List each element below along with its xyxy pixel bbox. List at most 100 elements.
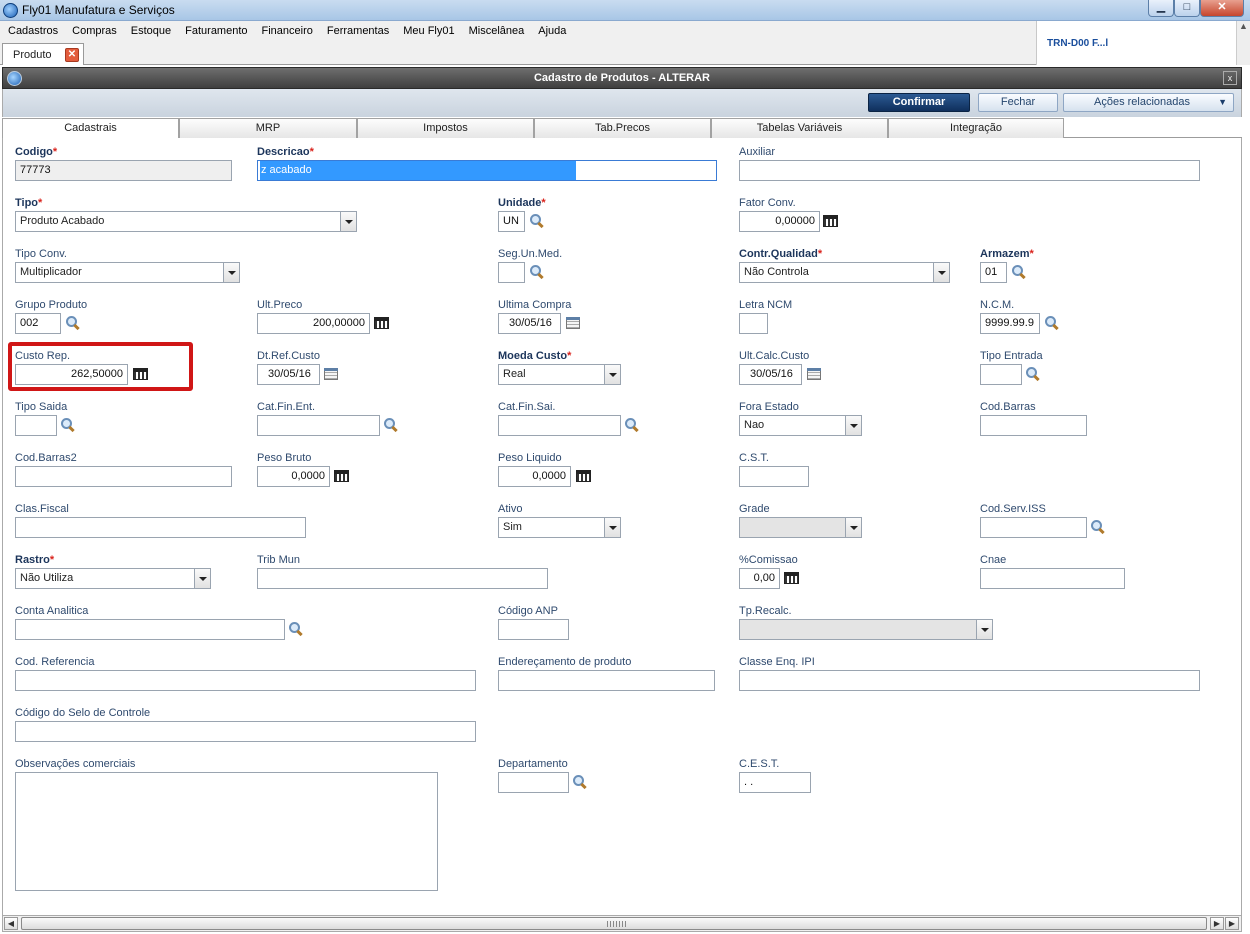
observacoes-textarea[interactable] — [15, 772, 438, 891]
close-window-button[interactable]: ✕ — [1200, 0, 1244, 17]
tipo-conv-select[interactable]: Multiplicador — [15, 262, 240, 283]
auxiliar-field[interactable] — [739, 160, 1200, 181]
calendar-icon[interactable] — [324, 368, 338, 380]
search-icon[interactable] — [1012, 265, 1026, 279]
search-icon[interactable] — [1045, 316, 1059, 330]
classe-enq-ipi-field[interactable] — [739, 670, 1200, 691]
fator-conv-field[interactable]: 0,00000 — [739, 211, 820, 232]
chevron-down-icon[interactable] — [604, 365, 620, 384]
tipo-entrada-field[interactable] — [980, 364, 1022, 385]
descricao-field[interactable]: z acabado — [257, 160, 717, 181]
cod-serv-iss-field[interactable] — [980, 517, 1087, 538]
grupo-produto-field[interactable]: 002 — [15, 313, 61, 334]
search-icon[interactable] — [530, 214, 544, 228]
unidade-field[interactable]: UN — [498, 211, 525, 232]
tab-integracao[interactable]: Integração — [888, 118, 1064, 138]
cod-barras2-field[interactable] — [15, 466, 232, 487]
peso-bruto-field[interactable]: 0,0000 — [257, 466, 330, 487]
confirm-button[interactable]: Confirmar — [868, 93, 970, 112]
tab-tab-precos[interactable]: Tab.Precos — [534, 118, 711, 138]
chevron-down-icon[interactable] — [933, 263, 949, 282]
search-icon[interactable] — [61, 418, 75, 432]
menu-estoque[interactable]: Estoque — [124, 21, 178, 41]
letra-ncm-field[interactable] — [739, 313, 768, 334]
maximize-button[interactable]: □ — [1174, 0, 1200, 17]
close-button[interactable]: Fechar — [978, 93, 1058, 112]
search-icon[interactable] — [1026, 367, 1040, 381]
ncm-field[interactable]: 9999.99.9 — [980, 313, 1040, 334]
tipo-saida-field[interactable] — [15, 415, 57, 436]
menu-compras[interactable]: Compras — [65, 21, 124, 41]
armazem-field[interactable]: 01 — [980, 262, 1007, 283]
search-icon[interactable] — [384, 418, 398, 432]
menu-faturamento[interactable]: Faturamento — [178, 21, 254, 41]
moeda-custo-select[interactable]: Real — [498, 364, 621, 385]
rastro-select[interactable]: Não Utiliza — [15, 568, 211, 589]
contr-qualidad-select[interactable]: Não Controla — [739, 262, 950, 283]
cod-referencia-field[interactable] — [15, 670, 476, 691]
cst-field[interactable] — [739, 466, 809, 487]
close-tab-icon[interactable]: ✕ — [65, 48, 79, 62]
ult-calc-custo-field[interactable]: 30/05/16 — [739, 364, 802, 385]
document-tab-produto[interactable]: Produto ✕ — [2, 43, 84, 65]
grade-select[interactable] — [739, 517, 862, 538]
trib-mun-field[interactable] — [257, 568, 548, 589]
ult-preco-field[interactable]: 200,00000 — [257, 313, 370, 334]
chevron-down-icon[interactable] — [845, 518, 861, 537]
seg-un-med-field[interactable] — [498, 262, 525, 283]
chevron-down-icon[interactable] — [845, 416, 861, 435]
horizontal-scrollbar[interactable]: ◀ ▶ ▶ — [2, 915, 1242, 932]
search-icon[interactable] — [573, 775, 587, 789]
search-icon[interactable] — [625, 418, 639, 432]
dt-ref-custo-field[interactable]: 30/05/16 — [257, 364, 320, 385]
search-icon[interactable] — [66, 316, 80, 330]
scrollbar-thumb[interactable] — [21, 917, 1207, 930]
menu-financeiro[interactable]: Financeiro — [255, 21, 320, 41]
ativo-select[interactable]: Sim — [498, 517, 621, 538]
calculator-icon[interactable] — [576, 470, 591, 482]
calculator-icon[interactable] — [784, 572, 799, 584]
codigo-selo-field[interactable] — [15, 721, 476, 742]
menu-ajuda[interactable]: Ajuda — [531, 21, 573, 41]
search-icon[interactable] — [530, 265, 544, 279]
conta-analitica-field[interactable] — [15, 619, 285, 640]
menu-meu-fly01[interactable]: Meu Fly01 — [396, 21, 461, 41]
calendar-icon[interactable] — [566, 317, 580, 329]
ultima-compra-field[interactable]: 30/05/16 — [498, 313, 561, 334]
departamento-field[interactable] — [498, 772, 569, 793]
clas-fiscal-field[interactable] — [15, 517, 306, 538]
fora-estado-select[interactable]: Nao — [739, 415, 862, 436]
tab-cadastrais[interactable]: Cadastrais — [2, 118, 179, 139]
chevron-down-icon[interactable] — [976, 620, 992, 639]
side-panel-scrollbar[interactable]: ▲ — [1236, 21, 1250, 65]
calendar-icon[interactable] — [807, 368, 821, 380]
tipo-select[interactable]: Produto Acabado — [15, 211, 357, 232]
cod-barras-field[interactable] — [980, 415, 1087, 436]
menu-ferramentas[interactable]: Ferramentas — [320, 21, 396, 41]
cnae-field[interactable] — [980, 568, 1125, 589]
comissao-field[interactable]: 0,00 — [739, 568, 780, 589]
cest-field[interactable]: . . — [739, 772, 811, 793]
peso-liquido-field[interactable]: 0,0000 — [498, 466, 571, 487]
dialog-close-button[interactable]: x — [1223, 71, 1237, 85]
scroll-left-icon[interactable]: ◀ — [4, 917, 18, 930]
tab-mrp[interactable]: MRP — [179, 118, 357, 138]
calculator-icon[interactable] — [823, 215, 838, 227]
search-icon[interactable] — [1091, 520, 1105, 534]
tab-impostos[interactable]: Impostos — [357, 118, 534, 138]
enderecamento-field[interactable] — [498, 670, 715, 691]
scroll-right-icon[interactable]: ▶ — [1225, 917, 1239, 930]
tp-recalc-select[interactable] — [739, 619, 993, 640]
codigo-anp-field[interactable] — [498, 619, 569, 640]
tab-tabelas-variaveis[interactable]: Tabelas Variáveis — [711, 118, 888, 138]
scroll-right-icon[interactable]: ▶ — [1210, 917, 1224, 930]
calculator-icon[interactable] — [334, 470, 349, 482]
menu-cadastros[interactable]: Cadastros — [0, 21, 65, 41]
related-actions-button[interactable]: Ações relacionadas ▼ — [1063, 93, 1234, 112]
search-icon[interactable] — [289, 622, 303, 636]
cat-fin-ent-field[interactable] — [257, 415, 380, 436]
cat-fin-sai-field[interactable] — [498, 415, 621, 436]
minimize-button[interactable]: ▁ — [1148, 0, 1174, 17]
codigo-field[interactable]: 77773 — [15, 160, 232, 181]
chevron-down-icon[interactable] — [340, 212, 356, 231]
